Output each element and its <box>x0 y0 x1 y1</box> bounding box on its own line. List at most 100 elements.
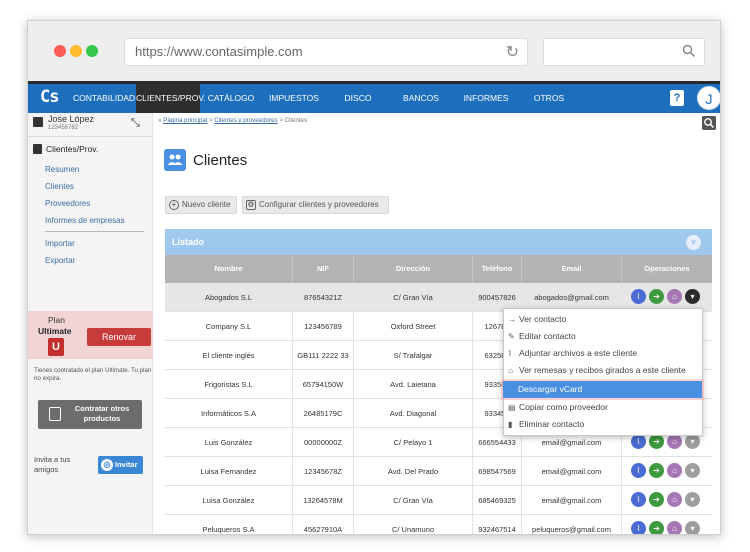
paperclip-icon[interactable]: ⌇ <box>631 521 646 534</box>
nav-disco-virtual[interactable]: DISCO VIRTUAL <box>326 84 390 132</box>
sidebar-item-informes-empresas[interactable]: Informes de empresas <box>45 216 125 225</box>
new-client-button[interactable]: + Nuevo cliente <box>165 196 237 214</box>
contract-products-button[interactable]: Contratar otros productos <box>38 400 142 429</box>
chevron-down-icon[interactable]: ▾ <box>685 289 700 304</box>
maximize-window-button[interactable] <box>86 45 98 57</box>
sidebar-item-importar[interactable]: Importar <box>45 239 75 248</box>
paperclip-icon[interactable]: ⌇ <box>631 434 646 449</box>
col-telefono[interactable]: Teléfono <box>473 255 522 283</box>
logo[interactable]: Cs <box>40 87 60 107</box>
user-id: 123456782 <box>48 125 79 131</box>
sidebar-item-clientes[interactable]: Clientes <box>45 182 74 191</box>
configure-label: Configurar clientes y proveedores <box>259 200 379 209</box>
browser-search-input[interactable] <box>543 38 705 66</box>
bank-icon: ⌂ <box>508 366 513 375</box>
nav-clientes-prov[interactable]: CLIENTES/PROV. <box>136 84 206 113</box>
menu-item-label: Copiar como proveedor <box>519 402 608 412</box>
row-operations: ⌇➔⌂▾ <box>631 434 711 450</box>
divider <box>28 136 153 137</box>
cell-direccion: C/ Pelayo 1 <box>354 428 473 456</box>
reload-icon[interactable]: ↻ <box>506 40 519 66</box>
sidebar-item-exportar[interactable]: Exportar <box>45 256 75 265</box>
col-email[interactable]: Email <box>522 255 622 283</box>
arrow-right-icon[interactable]: ➔ <box>649 434 664 449</box>
menu-item-adjuntar-archivos[interactable]: ⌇ Adjuntar archivos a este cliente <box>504 345 702 362</box>
breadcrumb-home[interactable]: Página principal <box>163 117 207 124</box>
help-button[interactable]: ? <box>670 90 684 106</box>
chevron-down-icon[interactable]: ▾ <box>685 492 700 507</box>
cell-telefono: 698547569 <box>473 457 522 485</box>
cell-nombre: Peluqueros S.A <box>165 515 293 534</box>
bank-icon[interactable]: ⌂ <box>667 492 682 507</box>
col-direccion[interactable]: Dirección <box>354 255 473 283</box>
arrow-right-icon[interactable]: ➔ <box>649 521 664 534</box>
invite-button[interactable]: ◎ Invitar <box>98 456 143 474</box>
bank-icon[interactable]: ⌂ <box>667 521 682 534</box>
minimize-window-button[interactable] <box>70 45 82 57</box>
menu-item-ver-remesas[interactable]: ⌂ Ver remesas y recibos girados a este c… <box>504 362 702 379</box>
row-operations: ⌇➔⌂▾ <box>631 492 711 508</box>
nav-bancos[interactable]: BANCOS <box>396 84 446 113</box>
chevron-down-icon[interactable]: ▾ <box>685 521 700 534</box>
nav-otros[interactable]: OTROS <box>524 84 574 113</box>
arrow-right-icon[interactable]: ➔ <box>649 463 664 478</box>
nav-catalogo[interactable]: CATÁLOGO <box>204 84 258 113</box>
browser-chrome: https://www.contasimple.com ↻ <box>28 21 720 81</box>
search-icon[interactable] <box>702 116 716 130</box>
address-bar[interactable]: https://www.contasimple.com ↻ <box>124 38 528 66</box>
arrow-right-icon[interactable]: ➔ <box>649 289 664 304</box>
collapse-listado-icon[interactable]: ▼ <box>686 235 701 250</box>
close-window-button[interactable] <box>54 45 66 57</box>
sidebar-section-title: Clientes/Prov. <box>46 144 99 154</box>
sidebar-item-proveedores[interactable]: Proveedores <box>45 199 90 208</box>
bank-icon[interactable]: ⌂ <box>667 434 682 449</box>
search-icon <box>682 44 696 58</box>
user-card-icon <box>33 117 43 127</box>
configure-button[interactable]: ⚙ Configurar clientes y proveedores <box>242 196 389 214</box>
cell-direccion: Oxford Street <box>354 312 473 340</box>
divider <box>45 231 144 232</box>
invite-text: Invita a tus amigos <box>34 455 71 474</box>
menu-item-copiar-proveedor[interactable]: ▤ Copiar como proveedor <box>504 399 702 416</box>
menu-item-ver-contacto[interactable]: → Ver contacto <box>504 311 702 328</box>
cell-nif: 26485179C <box>293 399 354 427</box>
chevron-down-icon[interactable]: ▾ <box>685 434 700 449</box>
cell-email: email@gmail.com <box>522 486 622 514</box>
cell-nombre: El cliente inglés <box>165 341 293 369</box>
chevron-down-icon[interactable]: ▾ <box>685 463 700 478</box>
paperclip-icon[interactable]: ⌇ <box>631 463 646 478</box>
bank-icon[interactable]: ⌂ <box>667 289 682 304</box>
renew-button[interactable]: Renovar <box>87 328 151 346</box>
collapse-sidebar-icon[interactable]: ⤡ <box>131 117 140 130</box>
breadcrumb-parent[interactable]: Clientes y proveedores <box>214 117 277 124</box>
avatar[interactable]: J <box>697 86 720 110</box>
shopping-bag-icon <box>49 407 61 421</box>
plan-badge: U <box>48 338 64 356</box>
menu-item-descargar-vcard[interactable]: Descargar vCard <box>503 381 702 398</box>
invite-button-label: Invitar <box>115 460 138 469</box>
arrow-right-icon[interactable]: ➔ <box>649 492 664 507</box>
plan-box: Plan Ultimate U Renovar <box>28 311 153 359</box>
menu-item-editar-contacto[interactable]: ✎ Editar contacto <box>504 328 702 345</box>
nav-contabilidad[interactable]: CONTABILIDAD <box>73 84 135 113</box>
cell-nombre: Frigoristas S.L <box>165 370 293 398</box>
table-row[interactable]: Luisa Fernandez 12345678Z Avd. Del Prado 69… <box>165 457 712 486</box>
menu-item-eliminar-contacto[interactable]: ▮ Eliminar contacto <box>504 416 702 433</box>
cell-nif: GB111 2222 33 <box>293 341 354 369</box>
paperclip-icon[interactable]: ⌇ <box>631 492 646 507</box>
contacts-icon <box>33 144 42 154</box>
table-row[interactable]: Luisa González 13264578M C/ Gran Vía 685469… <box>165 486 712 515</box>
bank-icon[interactable]: ⌂ <box>667 463 682 478</box>
menu-item-label: Adjuntar archivos a este cliente <box>519 348 638 358</box>
nav-informes[interactable]: INFORMES <box>458 84 514 113</box>
row-operations: ⌇➔⌂▾ <box>631 463 711 479</box>
sidebar-item-resumen[interactable]: Resumen <box>45 165 79 174</box>
table-row[interactable]: Peluqueros S.A 45627910A C/ Unamuno 9324675… <box>165 515 712 534</box>
paperclip-icon[interactable]: ⌇ <box>631 289 646 304</box>
nav-impuestos[interactable]: IMPUESTOS <box>266 84 322 113</box>
col-nif[interactable]: NIF <box>293 255 354 283</box>
col-nombre[interactable]: Nombre <box>165 255 293 283</box>
page-title: Clientes <box>193 152 248 169</box>
cell-nombre: Luisa González <box>165 486 293 514</box>
user-info[interactable]: Jose López 123456782 ⤡ <box>28 113 153 135</box>
